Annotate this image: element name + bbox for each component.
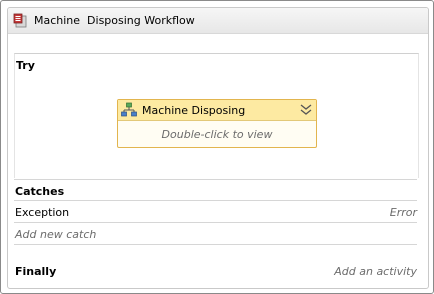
finally-label: Finally [15, 265, 57, 278]
catch-exception-type: Exception [15, 206, 70, 219]
activity-title: Machine Disposing Workflow [34, 14, 195, 27]
catches-label: Catches [15, 185, 65, 198]
machine-disposing-title: Machine Disposing [142, 104, 246, 117]
try-label: Try [16, 59, 35, 72]
double-click-hint: Double-click to view [161, 128, 273, 141]
catches-top-divider [14, 179, 417, 180]
try-catch-activity[interactable]: Machine Disposing Workflow Try Machine D… [7, 7, 429, 289]
chevron-double-down-icon[interactable] [300, 103, 312, 117]
add-activity-drop-target[interactable]: Add an activity [334, 265, 417, 278]
add-new-catch-link[interactable]: Add new catch [15, 228, 96, 241]
activity-header[interactable]: Machine Disposing Workflow [8, 8, 428, 34]
designer-canvas: Machine Disposing Workflow Try Machine D… [0, 0, 434, 294]
machine-disposing-header[interactable]: Machine Disposing [118, 100, 316, 121]
try-catch-activity-icon [13, 13, 29, 29]
flowchart-icon [121, 102, 137, 118]
catch-row[interactable]: Exception Error [14, 201, 417, 221]
machine-disposing-activity[interactable]: Machine Disposing Double-click to view [117, 99, 317, 148]
catch-handler-label: Error [389, 206, 417, 219]
finally-divider [14, 244, 417, 245]
catch-row-divider [14, 222, 417, 223]
